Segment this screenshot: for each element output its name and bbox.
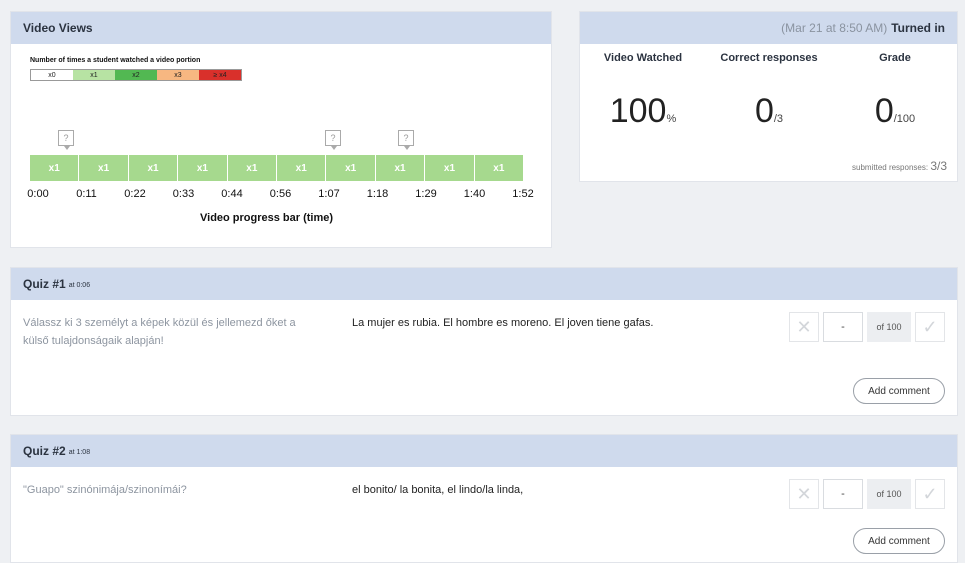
time-tick: 1:40 bbox=[463, 188, 486, 200]
submission-status: Turned in bbox=[891, 21, 945, 35]
legend-item: x2 bbox=[115, 70, 157, 80]
time-tick: 0:44 bbox=[221, 188, 243, 200]
quiz-1-header: Quiz #1 at 0:06 bbox=[11, 268, 957, 300]
quiz-1-score-input[interactable]: - bbox=[823, 312, 863, 342]
quiz-panel-1: Quiz #1 at 0:06 Válassz ki 3 személyt a … bbox=[10, 267, 958, 416]
quiz-1-grading: ✕ - of 100 ✓ bbox=[789, 312, 945, 342]
video-views-header: Video Views bbox=[11, 12, 551, 44]
grade-unit: /100 bbox=[893, 113, 916, 125]
progress-segment[interactable]: x1 bbox=[326, 155, 376, 181]
quiz-1-score-max: of 100 bbox=[867, 312, 911, 342]
submitted-responses-value: 3/3 bbox=[930, 159, 947, 173]
x-icon[interactable]: ✕ bbox=[789, 312, 819, 342]
correct-responses-label: Correct responses bbox=[720, 52, 818, 64]
video-watched-value: 100 bbox=[609, 92, 667, 130]
legend-item: ≥ x4 bbox=[199, 70, 241, 80]
quiz-marker-2[interactable]: ? bbox=[325, 130, 341, 150]
quiz-1-prompt: Válassz ki 3 személyt a képek közül és j… bbox=[23, 317, 296, 347]
quiz-2-header: Quiz #2 at 1:08 bbox=[11, 435, 957, 467]
progress-segment[interactable]: x1 bbox=[128, 155, 179, 181]
legend-item: x0 bbox=[31, 70, 73, 80]
time-tick: 1:29 bbox=[415, 188, 437, 200]
progress-segment[interactable]: x1 bbox=[375, 155, 426, 181]
quiz-marker-3[interactable]: ? bbox=[398, 130, 414, 150]
grade-stat: Grade 0/100 bbox=[832, 52, 958, 131]
quiz-panel-2: Quiz #2 at 1:08 "Guapo" szinónimája/szin… bbox=[10, 434, 958, 563]
time-tick: 0:11 bbox=[76, 188, 97, 200]
video-watched-unit: % bbox=[666, 113, 677, 125]
quiz-1-time: at 0:06 bbox=[68, 281, 91, 289]
time-tick: 1:18 bbox=[366, 188, 389, 200]
quiz-2-answer: el bonito/ la bonita, el lindo/la linda, bbox=[352, 484, 524, 496]
time-tick: 1:52 bbox=[512, 188, 534, 200]
summary-panel: (Mar 21 at 8:50 AM) Turned in Video Watc… bbox=[579, 11, 958, 182]
correct-responses-unit: /3 bbox=[773, 113, 784, 125]
video-watched-label: Video Watched bbox=[603, 52, 683, 64]
time-tick: 0:33 bbox=[172, 188, 195, 200]
legend-item: x1 bbox=[73, 70, 115, 80]
submitted-responses-label: submitted responses: bbox=[852, 163, 929, 172]
quiz-2-time: at 1:08 bbox=[68, 448, 91, 456]
progress-segment[interactable]: x1 bbox=[227, 155, 278, 181]
submitted-responses: submitted responses: 3/3 bbox=[852, 159, 947, 173]
video-progress-bar: x1 x1 x1 x1 x1 x1 x1 x1 x1 x1 bbox=[30, 155, 524, 181]
check-icon[interactable]: ✓ bbox=[915, 479, 945, 509]
progress-segment[interactable]: x1 bbox=[178, 155, 228, 181]
quiz-2-score-input[interactable]: - bbox=[823, 479, 863, 509]
progress-segment[interactable]: x1 bbox=[474, 155, 524, 181]
time-tick: 1:07 bbox=[318, 188, 340, 200]
x-icon[interactable]: ✕ bbox=[789, 479, 819, 509]
quiz-2-grading: ✕ - of 100 ✓ bbox=[789, 479, 945, 509]
video-views-caption: Number of times a student watched a vide… bbox=[30, 57, 201, 64]
legend-item: x3 bbox=[157, 70, 199, 80]
time-tick: 0:22 bbox=[124, 188, 146, 200]
check-icon[interactable]: ✓ bbox=[915, 312, 945, 342]
grade-value: 0 bbox=[874, 92, 894, 130]
correct-responses-stat: Correct responses 0/3 bbox=[706, 52, 832, 131]
summary-header: (Mar 21 at 8:50 AM) Turned in bbox=[580, 12, 957, 44]
time-tick: 0:00 bbox=[27, 188, 49, 200]
submission-timestamp: (Mar 21 at 8:50 AM) bbox=[781, 21, 888, 35]
progress-segment[interactable]: x1 bbox=[277, 155, 327, 181]
quiz-2-add-comment-button[interactable]: Add comment bbox=[853, 528, 945, 554]
quiz-marker-1[interactable]: ? bbox=[58, 130, 74, 150]
progress-segment[interactable]: x1 bbox=[30, 155, 80, 181]
quiz-1-title: Quiz #1 bbox=[23, 277, 66, 291]
views-legend: x0 x1 x2 x3 ≥ x4 bbox=[30, 69, 242, 81]
progress-segment[interactable]: x1 bbox=[425, 155, 475, 181]
quiz-2-prompt: "Guapo" szinónimája/szinonímái? bbox=[23, 484, 187, 496]
quiz-2-title: Quiz #2 bbox=[23, 444, 66, 458]
quiz-1-add-comment-button[interactable]: Add comment bbox=[853, 378, 945, 404]
video-watched-stat: Video Watched 100% bbox=[580, 52, 706, 131]
progress-bar-xlabel: Video progress bar (time) bbox=[200, 212, 334, 224]
quiz-2-score-max: of 100 bbox=[867, 479, 911, 509]
video-views-title: Video Views bbox=[23, 21, 93, 35]
time-tick: 0:56 bbox=[269, 188, 292, 200]
progress-segment[interactable]: x1 bbox=[79, 155, 129, 181]
correct-responses-value: 0 bbox=[754, 92, 774, 130]
grade-label: Grade bbox=[879, 52, 911, 64]
quiz-1-answer: La mujer es rubia. El hombre es moreno. … bbox=[352, 317, 654, 329]
